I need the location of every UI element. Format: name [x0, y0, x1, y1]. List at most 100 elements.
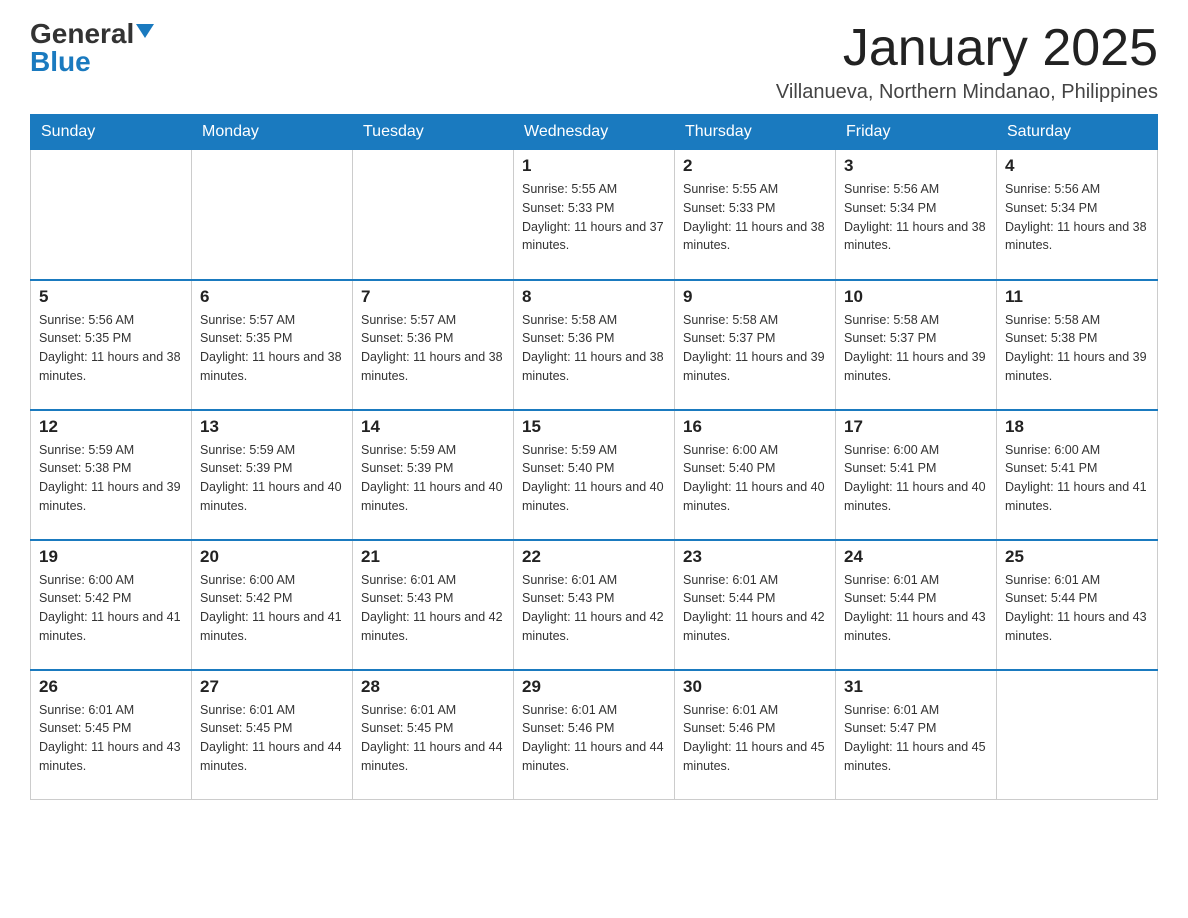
day-number: 28 — [361, 677, 505, 697]
calendar-cell: 10 Sunrise: 5:58 AMSunset: 5:37 PMDayligh… — [836, 280, 997, 410]
calendar-cell — [997, 670, 1158, 800]
day-info: Sunrise: 6:01 AMSunset: 5:46 PMDaylight:… — [522, 701, 666, 776]
day-info: Sunrise: 6:00 AMSunset: 5:41 PMDaylight:… — [844, 441, 988, 516]
calendar-week-1: 1 Sunrise: 5:55 AMSunset: 5:33 PMDaylight… — [31, 150, 1158, 280]
logo-general-text: General — [30, 20, 134, 48]
day-info: Sunrise: 6:01 AMSunset: 5:47 PMDaylight:… — [844, 701, 988, 776]
day-info: Sunrise: 5:59 AMSunset: 5:38 PMDaylight:… — [39, 441, 183, 516]
day-number: 14 — [361, 417, 505, 437]
calendar-cell: 12 Sunrise: 5:59 AMSunset: 5:38 PMDayligh… — [31, 410, 192, 540]
day-info: Sunrise: 5:58 AMSunset: 5:37 PMDaylight:… — [844, 311, 988, 386]
day-info: Sunrise: 6:01 AMSunset: 5:45 PMDaylight:… — [361, 701, 505, 776]
day-number: 15 — [522, 417, 666, 437]
day-info: Sunrise: 5:57 AMSunset: 5:35 PMDaylight:… — [200, 311, 344, 386]
calendar-cell: 17 Sunrise: 6:00 AMSunset: 5:41 PMDayligh… — [836, 410, 997, 540]
calendar-week-4: 19 Sunrise: 6:00 AMSunset: 5:42 PMDayligh… — [31, 540, 1158, 670]
day-info: Sunrise: 6:00 AMSunset: 5:42 PMDaylight:… — [200, 571, 344, 646]
calendar-cell: 3Sunrise: 5:56 AMSunset: 5:34 PMDaylight… — [836, 150, 997, 280]
col-wednesday: Wednesday — [514, 115, 675, 150]
calendar-cell: 27Sunrise: 6:01 AMSunset: 5:45 PMDayligh… — [192, 670, 353, 800]
calendar-week-2: 5 Sunrise: 5:56 AMSunset: 5:35 PMDaylight… — [31, 280, 1158, 410]
calendar-cell: 19 Sunrise: 6:00 AMSunset: 5:42 PMDayligh… — [31, 540, 192, 670]
calendar-cell: 9 Sunrise: 5:58 AMSunset: 5:37 PMDaylight… — [675, 280, 836, 410]
calendar-week-5: 26 Sunrise: 6:01 AMSunset: 5:45 PMDayligh… — [31, 670, 1158, 800]
header: General Blue January 2025 Villanueva, No… — [30, 20, 1158, 104]
calendar-cell: 6 Sunrise: 5:57 AMSunset: 5:35 PMDaylight… — [192, 280, 353, 410]
day-number: 11 — [1005, 287, 1149, 307]
calendar-cell: 16Sunrise: 6:00 AMSunset: 5:40 PMDayligh… — [675, 410, 836, 540]
day-info: Sunrise: 5:58 AMSunset: 5:36 PMDaylight:… — [522, 311, 666, 386]
day-info: Sunrise: 6:01 AMSunset: 5:43 PMDaylight:… — [361, 571, 505, 646]
calendar-cell — [192, 150, 353, 280]
day-info: Sunrise: 5:56 AMSunset: 5:34 PMDaylight:… — [1005, 180, 1149, 255]
calendar-cell: 28 Sunrise: 6:01 AMSunset: 5:45 PMDayligh… — [353, 670, 514, 800]
location-title: Villanueva, Northern Mindanao, Philippin… — [776, 81, 1158, 104]
day-info: Sunrise: 6:01 AMSunset: 5:43 PMDaylight:… — [522, 571, 666, 646]
day-number: 4 — [1005, 156, 1149, 176]
day-number: 20 — [200, 547, 344, 567]
day-number: 5 — [39, 287, 183, 307]
day-number: 1 — [522, 156, 666, 176]
day-number: 29 — [522, 677, 666, 697]
day-info: Sunrise: 5:59 AMSunset: 5:39 PMDaylight:… — [361, 441, 505, 516]
calendar-cell: 7Sunrise: 5:57 AMSunset: 5:36 PMDaylight… — [353, 280, 514, 410]
calendar-cell: 1 Sunrise: 5:55 AMSunset: 5:33 PMDaylight… — [514, 150, 675, 280]
day-number: 12 — [39, 417, 183, 437]
calendar-cell: 8 Sunrise: 5:58 AMSunset: 5:36 PMDaylight… — [514, 280, 675, 410]
day-number: 13 — [200, 417, 344, 437]
day-info: Sunrise: 6:01 AMSunset: 5:46 PMDaylight:… — [683, 701, 827, 776]
calendar-cell: 30 Sunrise: 6:01 AMSunset: 5:46 PMDayligh… — [675, 670, 836, 800]
day-number: 24 — [844, 547, 988, 567]
day-info: Sunrise: 5:57 AMSunset: 5:36 PMDaylight:… — [361, 311, 505, 386]
month-title: January 2025 — [776, 20, 1158, 77]
day-number: 18 — [1005, 417, 1149, 437]
calendar-cell: 20 Sunrise: 6:00 AMSunset: 5:42 PMDayligh… — [192, 540, 353, 670]
calendar-cell: 24Sunrise: 6:01 AMSunset: 5:44 PMDayligh… — [836, 540, 997, 670]
day-info: Sunrise: 5:55 AMSunset: 5:33 PMDaylight:… — [522, 180, 666, 255]
calendar-table: Sunday Monday Tuesday Wednesday Thursday… — [30, 114, 1158, 800]
day-number: 17 — [844, 417, 988, 437]
day-number: 30 — [683, 677, 827, 697]
calendar-cell: 22Sunrise: 6:01 AMSunset: 5:43 PMDayligh… — [514, 540, 675, 670]
day-number: 21 — [361, 547, 505, 567]
calendar-cell: 15 Sunrise: 5:59 AMSunset: 5:40 PMDayligh… — [514, 410, 675, 540]
day-info: Sunrise: 5:58 AMSunset: 5:38 PMDaylight:… — [1005, 311, 1149, 386]
title-area: January 2025 Villanueva, Northern Mindan… — [776, 20, 1158, 104]
calendar-cell: 26 Sunrise: 6:01 AMSunset: 5:45 PMDayligh… — [31, 670, 192, 800]
day-number: 6 — [200, 287, 344, 307]
day-number: 19 — [39, 547, 183, 567]
calendar-cell: 5 Sunrise: 5:56 AMSunset: 5:35 PMDaylight… — [31, 280, 192, 410]
day-number: 10 — [844, 287, 988, 307]
day-number: 3 — [844, 156, 988, 176]
day-info: Sunrise: 6:01 AMSunset: 5:44 PMDaylight:… — [683, 571, 827, 646]
logo-blue-text: Blue — [30, 46, 91, 77]
calendar-cell: 13 Sunrise: 5:59 AMSunset: 5:39 PMDayligh… — [192, 410, 353, 540]
day-info: Sunrise: 6:01 AMSunset: 5:44 PMDaylight:… — [1005, 571, 1149, 646]
day-info: Sunrise: 5:56 AMSunset: 5:35 PMDaylight:… — [39, 311, 183, 386]
day-info: Sunrise: 5:59 AMSunset: 5:40 PMDaylight:… — [522, 441, 666, 516]
calendar-cell: 31 Sunrise: 6:01 AMSunset: 5:47 PMDayligh… — [836, 670, 997, 800]
day-number: 27 — [200, 677, 344, 697]
calendar-cell: 14 Sunrise: 5:59 AMSunset: 5:39 PMDayligh… — [353, 410, 514, 540]
calendar-cell: 21 Sunrise: 6:01 AMSunset: 5:43 PMDayligh… — [353, 540, 514, 670]
day-number: 8 — [522, 287, 666, 307]
calendar-cell: 2Sunrise: 5:55 AMSunset: 5:33 PMDaylight… — [675, 150, 836, 280]
calendar-cell: 25Sunrise: 6:01 AMSunset: 5:44 PMDayligh… — [997, 540, 1158, 670]
calendar-cell: 4 Sunrise: 5:56 AMSunset: 5:34 PMDaylight… — [997, 150, 1158, 280]
calendar-cell: 11 Sunrise: 5:58 AMSunset: 5:38 PMDayligh… — [997, 280, 1158, 410]
calendar-cell — [353, 150, 514, 280]
day-number: 31 — [844, 677, 988, 697]
col-monday: Monday — [192, 115, 353, 150]
day-number: 26 — [39, 677, 183, 697]
col-sunday: Sunday — [31, 115, 192, 150]
day-info: Sunrise: 6:00 AMSunset: 5:42 PMDaylight:… — [39, 571, 183, 646]
calendar-cell: 18Sunrise: 6:00 AMSunset: 5:41 PMDayligh… — [997, 410, 1158, 540]
calendar-header-row: Sunday Monday Tuesday Wednesday Thursday… — [31, 115, 1158, 150]
day-number: 23 — [683, 547, 827, 567]
day-info: Sunrise: 5:59 AMSunset: 5:39 PMDaylight:… — [200, 441, 344, 516]
calendar-cell: 23 Sunrise: 6:01 AMSunset: 5:44 PMDayligh… — [675, 540, 836, 670]
day-number: 9 — [683, 287, 827, 307]
day-info: Sunrise: 6:01 AMSunset: 5:45 PMDaylight:… — [39, 701, 183, 776]
day-info: Sunrise: 5:58 AMSunset: 5:37 PMDaylight:… — [683, 311, 827, 386]
logo-triangle-icon — [136, 24, 154, 38]
